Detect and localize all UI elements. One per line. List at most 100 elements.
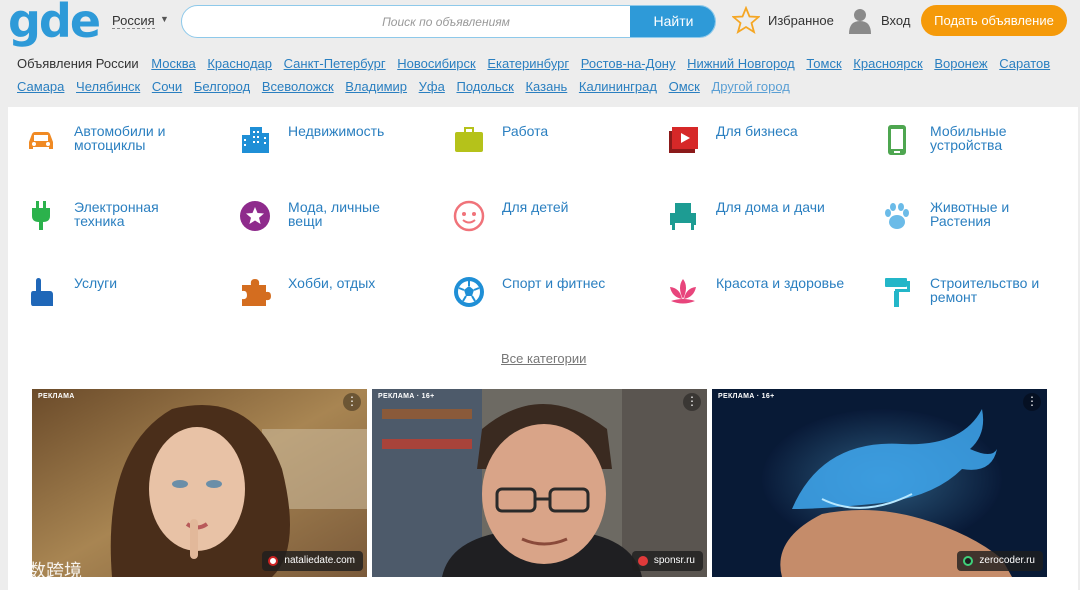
category-beauty[interactable]: Красота и здоровье xyxy=(666,275,844,309)
city-link[interactable]: Подольск xyxy=(456,79,513,94)
star-badge-icon xyxy=(240,201,270,231)
more-menu-icon[interactable]: ⋮ xyxy=(343,393,361,411)
category-construction[interactable]: Строительство и ремонт xyxy=(880,275,1039,309)
search-button[interactable]: Найти xyxy=(630,6,715,37)
user-icon[interactable] xyxy=(846,6,874,34)
city-link[interactable]: Саратов xyxy=(999,56,1050,71)
city-link[interactable]: Уфа xyxy=(419,79,445,94)
region-selector[interactable]: Россия xyxy=(112,13,155,29)
category-realty[interactable]: Недвижимость xyxy=(238,123,384,157)
category-electronics[interactable]: Электронная техника xyxy=(24,199,159,233)
city-link[interactable]: Томск xyxy=(806,56,841,71)
city-link[interactable]: Казань xyxy=(525,79,567,94)
all-categories-link[interactable]: Все категории xyxy=(501,351,586,366)
search-bar: Найти xyxy=(181,5,716,38)
city-link[interactable]: Краснодар xyxy=(207,56,272,71)
pointing-hand-icon xyxy=(31,278,53,306)
city-link[interactable]: Нижний Новгород xyxy=(687,56,795,71)
paint-roller-icon xyxy=(885,278,910,307)
ad-label: РЕКЛАМА · 16+ xyxy=(378,393,435,400)
baby-face-icon xyxy=(453,200,485,232)
category-hobby[interactable]: Хобби, отдых xyxy=(238,275,375,309)
category-label: Электронная техника xyxy=(74,199,159,229)
source-logo-icon xyxy=(637,556,648,566)
ad-banner[interactable]: РЕКЛАМА · 16+ ⋮ zerocoder.ru xyxy=(712,389,1047,577)
car-icon xyxy=(29,132,53,149)
category-fashion[interactable]: Мода, личные вещи xyxy=(238,199,380,233)
category-label: Работа xyxy=(502,123,549,139)
ad-banner[interactable]: РЕКЛАМА ⋮ nataliedate.com xyxy=(32,389,367,577)
category-label: Недвижимость xyxy=(288,123,385,139)
favorites-link[interactable]: Избранное xyxy=(768,13,834,28)
more-menu-icon[interactable]: ⋮ xyxy=(683,393,701,411)
ad-label: РЕКЛАМА · 16+ xyxy=(718,393,775,400)
category-kids[interactable]: Для детей xyxy=(452,199,568,233)
city-link[interactable]: Екатеринбург xyxy=(487,56,569,71)
city-link[interactable]: Омск xyxy=(669,79,700,94)
ad-image-whale xyxy=(712,389,1047,577)
category-label: Для детей xyxy=(502,199,569,215)
armchair-icon xyxy=(670,203,696,230)
category-sport[interactable]: Спорт и фитнес xyxy=(452,275,605,309)
category-home[interactable]: Для дома и дачи xyxy=(666,199,825,233)
ad-source-text: nataliedate.com xyxy=(284,555,355,566)
chevron-down-icon[interactable]: ▼ xyxy=(160,14,169,24)
categories-panel: Автомобили и мотоциклы Недвижимость Рабо… xyxy=(8,107,1078,590)
source-logo-icon xyxy=(268,556,279,566)
category-label: Для дома и дачи xyxy=(716,199,825,215)
category-autos[interactable]: Автомобили и мотоциклы xyxy=(24,123,165,157)
source-logo-icon xyxy=(963,556,974,566)
ad-source-text: sponsr.ru xyxy=(653,555,695,566)
city-link[interactable]: Всеволожск xyxy=(262,79,334,94)
ad-source-badge[interactable]: nataliedate.com xyxy=(262,551,363,571)
post-ad-button[interactable]: Подать объявление xyxy=(921,5,1067,36)
city-link[interactable]: Воронеж xyxy=(934,56,987,71)
more-menu-icon[interactable]: ⋮ xyxy=(1023,393,1041,411)
building-icon xyxy=(242,127,269,153)
city-link[interactable]: Калининград xyxy=(579,79,657,94)
paw-icon xyxy=(885,203,909,229)
category-label: Спорт и фитнес xyxy=(502,275,606,291)
search-input[interactable] xyxy=(182,6,630,37)
other-city-link[interactable]: Другой город xyxy=(711,79,789,94)
city-link[interactable]: Новосибирск xyxy=(397,56,476,71)
star-icon[interactable] xyxy=(732,6,760,34)
city-link[interactable]: Красноярск xyxy=(853,56,922,71)
city-link[interactable]: Сочи xyxy=(152,79,182,94)
category-mobile[interactable]: Мобильные устройства xyxy=(880,123,1007,157)
city-link[interactable]: Белгород xyxy=(194,79,250,94)
cities-lead: Объявления России xyxy=(17,56,139,71)
category-label: Услуги xyxy=(74,275,118,291)
site-logo[interactable]: gde xyxy=(8,0,101,46)
city-link[interactable]: Самара xyxy=(17,79,64,94)
category-business[interactable]: Для бизнеса xyxy=(666,123,798,157)
category-label: Животные и Растения xyxy=(930,199,1010,229)
category-label: Строительство и ремонт xyxy=(930,275,1040,305)
city-link[interactable]: Ростов-на-Дону xyxy=(581,56,676,71)
city-link[interactable]: Москва xyxy=(151,56,195,71)
ad-label: РЕКЛАМА xyxy=(38,393,75,400)
ad-image-man xyxy=(372,389,707,577)
city-link[interactable]: Владимир xyxy=(345,79,407,94)
ad-image-woman xyxy=(32,389,367,577)
city-link[interactable]: Челябинск xyxy=(76,79,140,94)
header: gde Россия ▼ Найти Избранное Вход Подать… xyxy=(0,0,1080,46)
city-link[interactable]: Санкт-Петербург xyxy=(284,56,386,71)
ad-source-text: zerocoder.ru xyxy=(979,555,1035,566)
soccer-ball-icon xyxy=(454,277,484,307)
puzzle-icon xyxy=(242,279,271,306)
category-label: Хобби, отдых xyxy=(288,275,376,291)
lotus-icon xyxy=(670,279,696,304)
login-link[interactable]: Вход xyxy=(881,13,910,28)
category-services[interactable]: Услуги xyxy=(24,275,117,309)
city-links: Объявления России Москва Краснодар Санкт… xyxy=(17,52,1077,98)
ad-source-badge[interactable]: zerocoder.ru xyxy=(957,551,1043,571)
business-video-icon xyxy=(669,127,698,153)
category-label: Мода, личные вещи xyxy=(288,199,380,229)
category-label: Красота и здоровье xyxy=(716,275,845,291)
ad-source-badge[interactable]: sponsr.ru xyxy=(631,551,703,571)
ad-banner[interactable]: РЕКЛАМА · 16+ ⋮ sponsr.ru xyxy=(372,389,707,577)
category-pets[interactable]: Животные и Растения xyxy=(880,199,1009,233)
category-label: Для бизнеса xyxy=(716,123,798,139)
category-jobs[interactable]: Работа xyxy=(452,123,548,157)
